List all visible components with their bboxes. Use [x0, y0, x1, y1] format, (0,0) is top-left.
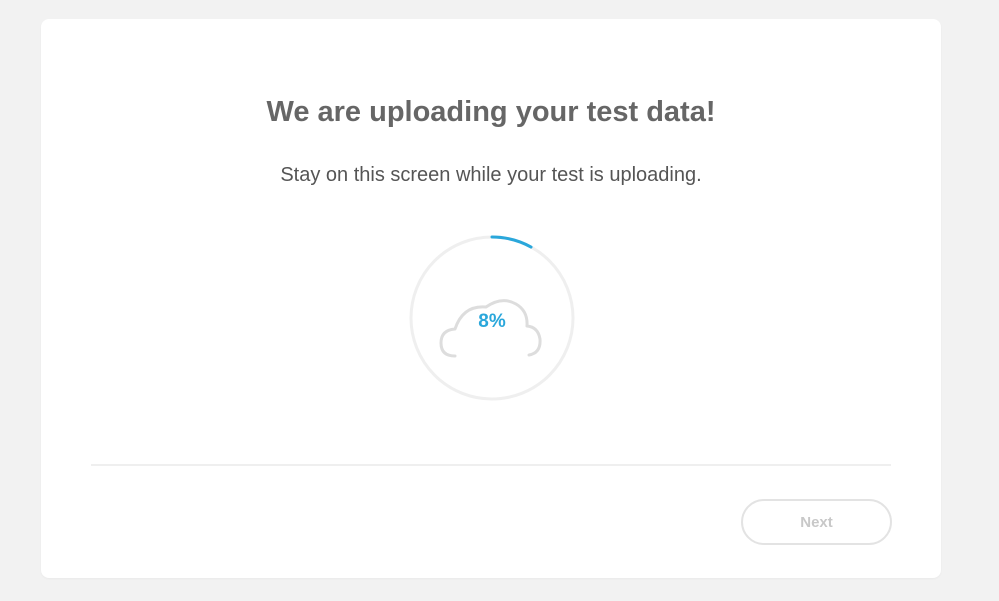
cloud-icon — [439, 299, 542, 358]
footer-divider — [91, 464, 891, 466]
upload-progress-indicator: 8% — [407, 233, 577, 403]
next-button[interactable]: Next — [741, 499, 892, 545]
page-title: We are uploading your test data! — [266, 96, 716, 128]
progress-ring-track — [409, 235, 575, 401]
upload-card: We are uploading your test data! Stay on… — [41, 19, 941, 578]
progress-ring — [409, 235, 575, 401]
upload-instructions: Stay on this screen while your test is u… — [280, 164, 702, 186]
